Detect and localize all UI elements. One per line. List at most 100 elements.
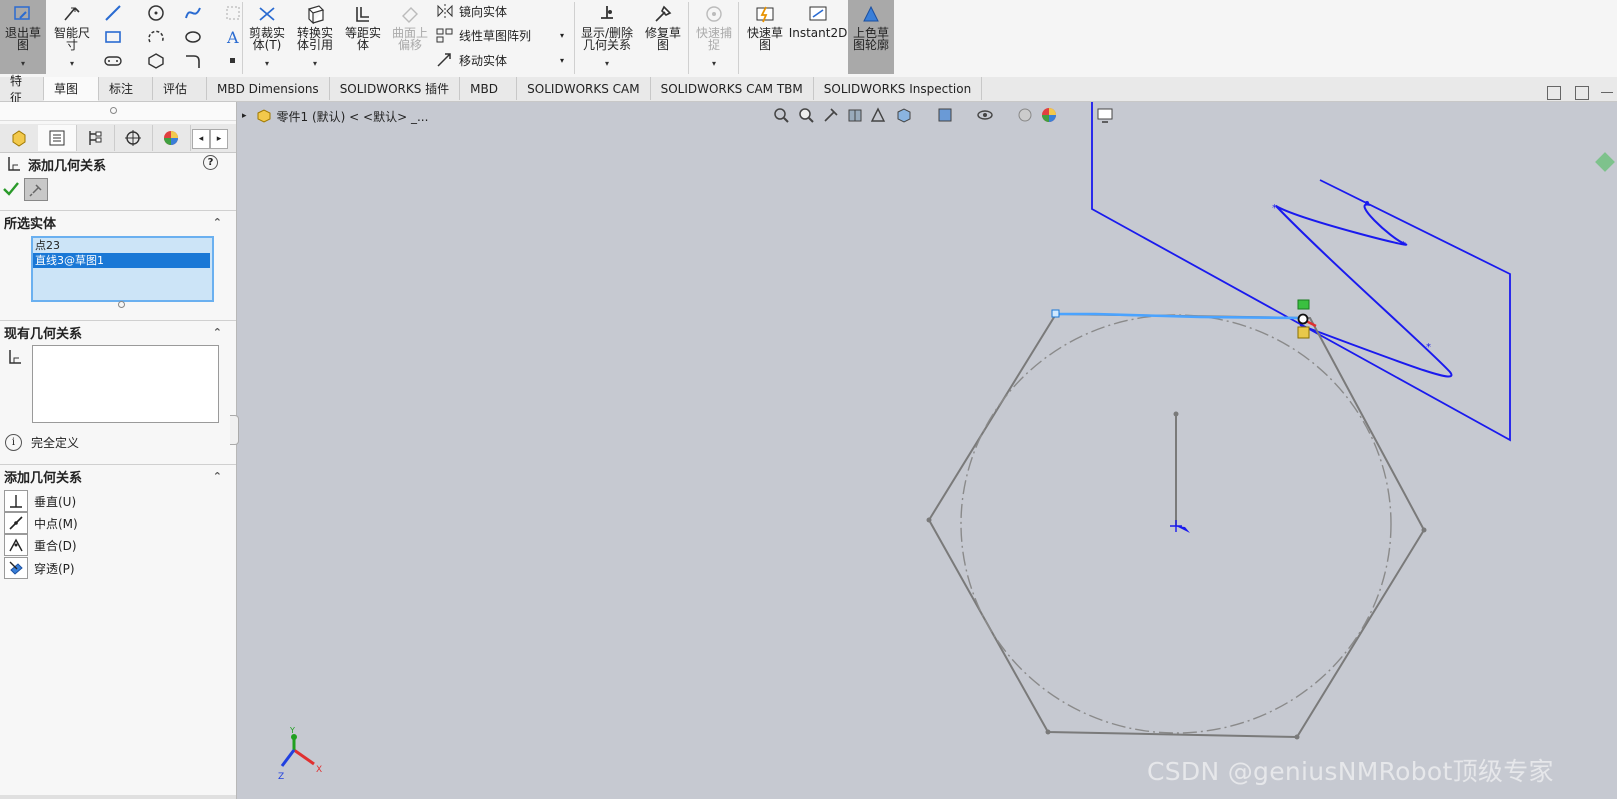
arc-tool-icon[interactable] [145, 26, 167, 48]
existing-relations-header[interactable]: 现有几何关系 ⌃ [0, 320, 236, 343]
vertex-point[interactable] [1421, 527, 1427, 533]
shaded-sketch-contours-button[interactable]: 上色草 图轮廓 [848, 0, 894, 74]
chevron-down-icon[interactable]: ▾ [21, 58, 25, 70]
panel-splitter[interactable] [0, 102, 236, 121]
tab-mbd-dimensions[interactable]: MBD Dimensions [207, 77, 330, 100]
relation-midpoint[interactable]: 中点(M) [4, 512, 78, 534]
tab-sketch[interactable]: 草图 [44, 77, 99, 101]
help-icon[interactable]: ? [203, 155, 218, 170]
offset-on-surface-button[interactable]: 曲面上 偏移 [388, 0, 432, 74]
relation-perpendicular[interactable]: 垂直(U) [4, 490, 76, 512]
spline-tool-icon[interactable] [182, 2, 204, 24]
list-item-selected[interactable]: 直线3@草图1 [33, 253, 210, 268]
display-delete-relations-button[interactable]: 显示/删除 几何关系 ▾ [578, 0, 636, 74]
curve-point[interactable] [1365, 201, 1369, 205]
chevron-down-icon[interactable]: ▾ [313, 58, 317, 70]
plane-tool-icon[interactable] [222, 2, 244, 24]
chevron-down-icon[interactable]: ▾ [265, 58, 269, 70]
graphics-area[interactable]: * * * X Z Y [237, 102, 1617, 799]
chevron-down-icon[interactable]: ▾ [70, 58, 74, 70]
trim-entities-button[interactable]: 剪裁实 体(T) ▾ [246, 0, 288, 74]
chevron-down-icon[interactable]: ▾ [605, 58, 609, 70]
expand-arrow-icon[interactable]: ▸ [242, 111, 247, 121]
fillet-tool-icon[interactable] [182, 50, 204, 72]
list-resize-handle-icon[interactable] [118, 301, 125, 308]
tab-features[interactable]: 特征 [0, 74, 44, 105]
selected-point[interactable] [1297, 313, 1309, 325]
section-view-icon[interactable] [844, 104, 866, 126]
chevron-up-icon[interactable]: ⌃ [213, 470, 222, 483]
display-style-icon[interactable] [934, 104, 956, 126]
add-relations-header[interactable]: 添加几何关系 ⌃ [0, 464, 236, 487]
hide-show-items-icon[interactable] [974, 104, 996, 126]
zoom-to-fit-icon[interactable] [770, 104, 792, 126]
move-entities-button[interactable]: 移动实体 ▾ [435, 49, 564, 71]
previous-view-icon[interactable] [820, 104, 842, 126]
dimxpert-manager-tab[interactable] [114, 125, 153, 151]
sketch-plane[interactable] [1091, 102, 1511, 442]
mirror-entities-button[interactable]: 镜向实体 [435, 0, 507, 22]
linear-pattern-button[interactable]: 线性草图阵列 ▾ [435, 24, 564, 46]
polygon-tool-icon[interactable] [145, 50, 167, 72]
line-tool-icon[interactable] [102, 2, 124, 24]
minimize-window-icon[interactable] [1601, 92, 1613, 93]
configuration-manager-tab[interactable] [76, 125, 115, 151]
tab-markup[interactable]: 标注 [99, 77, 153, 100]
tab-evaluate[interactable]: 评估 [153, 77, 207, 100]
restore-window-icon[interactable] [1547, 86, 1561, 100]
repair-sketch-button[interactable]: 修复草 图 [640, 0, 686, 74]
selected-entities-list[interactable]: 点23 直线3@草图1 [31, 236, 214, 302]
instant2d-button[interactable]: Instant2D [789, 0, 847, 74]
point-tool-icon[interactable] [222, 50, 244, 72]
vertex-point[interactable] [1294, 734, 1300, 740]
quick-snaps-button[interactable]: 快速捕 捉 ▾ [692, 0, 736, 74]
line-endpoint[interactable] [1173, 411, 1179, 417]
list-item[interactable]: 点23 [33, 238, 212, 253]
scroll-right-icon[interactable]: ▸ [210, 129, 228, 149]
ok-button[interactable] [2, 180, 20, 198]
feature-manager-tab[interactable] [0, 125, 39, 151]
selected-entities-header[interactable]: 所选实体 ⌃ [0, 210, 236, 233]
chevron-down-icon[interactable]: ▾ [560, 56, 564, 65]
chevron-down-icon[interactable]: ▾ [560, 31, 564, 40]
text-tool-icon[interactable]: A [222, 26, 244, 48]
tab-solidworks-cam[interactable]: SOLIDWORKS CAM [517, 77, 651, 100]
breadcrumb[interactable]: ▸ 零件1 (默认) < <默认> _... [242, 107, 428, 125]
property-manager-tab[interactable] [38, 125, 77, 151]
tab-solidworks-addins[interactable]: SOLIDWORKS 插件 [329, 77, 461, 100]
relation-coincident[interactable]: 重合(D) [4, 534, 77, 556]
tab-solidworks-cam-tbm[interactable]: SOLIDWORKS CAM TBM [650, 77, 814, 100]
rapid-sketch-button[interactable]: 快速草 图 [742, 0, 788, 74]
exit-sketch-button[interactable]: 退出草 图 ▾ [0, 0, 46, 74]
view-orientation-icon[interactable] [893, 104, 915, 126]
apply-scene-icon[interactable] [1038, 104, 1060, 126]
chevron-down-icon[interactable]: ▾ [712, 58, 716, 70]
tab-solidworks-inspection[interactable]: SOLIDWORKS Inspection [813, 77, 983, 100]
vertex-point[interactable] [1045, 729, 1051, 735]
circle-tool-icon[interactable] [145, 2, 167, 24]
coincident-marker-icon[interactable] [1297, 326, 1310, 339]
pushpin-button[interactable] [24, 178, 48, 201]
selected-line[interactable] [1056, 312, 1301, 320]
vertex-point[interactable] [926, 517, 932, 523]
existing-relations-list[interactable] [32, 345, 219, 423]
relation-marker-icon[interactable] [1297, 299, 1310, 310]
convert-entities-button[interactable]: 转换实 体引用 ▾ [292, 0, 338, 74]
ellipse-tool-icon[interactable] [182, 26, 204, 48]
zoom-to-area-icon[interactable] [795, 104, 817, 126]
slot-tool-icon[interactable] [102, 50, 124, 72]
smart-dimension-button[interactable]: 智能尺 寸 ▾ [49, 0, 95, 74]
line-endpoint-handle[interactable] [1051, 309, 1060, 318]
edit-appearance-icon[interactable] [1014, 104, 1036, 126]
display-manager-tab[interactable] [152, 125, 191, 151]
sketch-canvas[interactable]: * * * [237, 102, 1617, 799]
tile-window-icon[interactable] [1575, 86, 1589, 100]
splitter-handle-icon[interactable] [110, 107, 117, 114]
relation-pierce[interactable]: 穿透(P) [4, 557, 75, 579]
chevron-up-icon[interactable]: ⌃ [213, 216, 222, 229]
scroll-left-icon[interactable]: ◂ [192, 129, 210, 149]
dynamic-annotation-icon[interactable] [868, 104, 890, 126]
tab-mbd[interactable]: MBD [460, 77, 518, 100]
view-settings-icon[interactable] [1094, 104, 1116, 126]
rectangle-tool-icon[interactable] [102, 26, 124, 48]
